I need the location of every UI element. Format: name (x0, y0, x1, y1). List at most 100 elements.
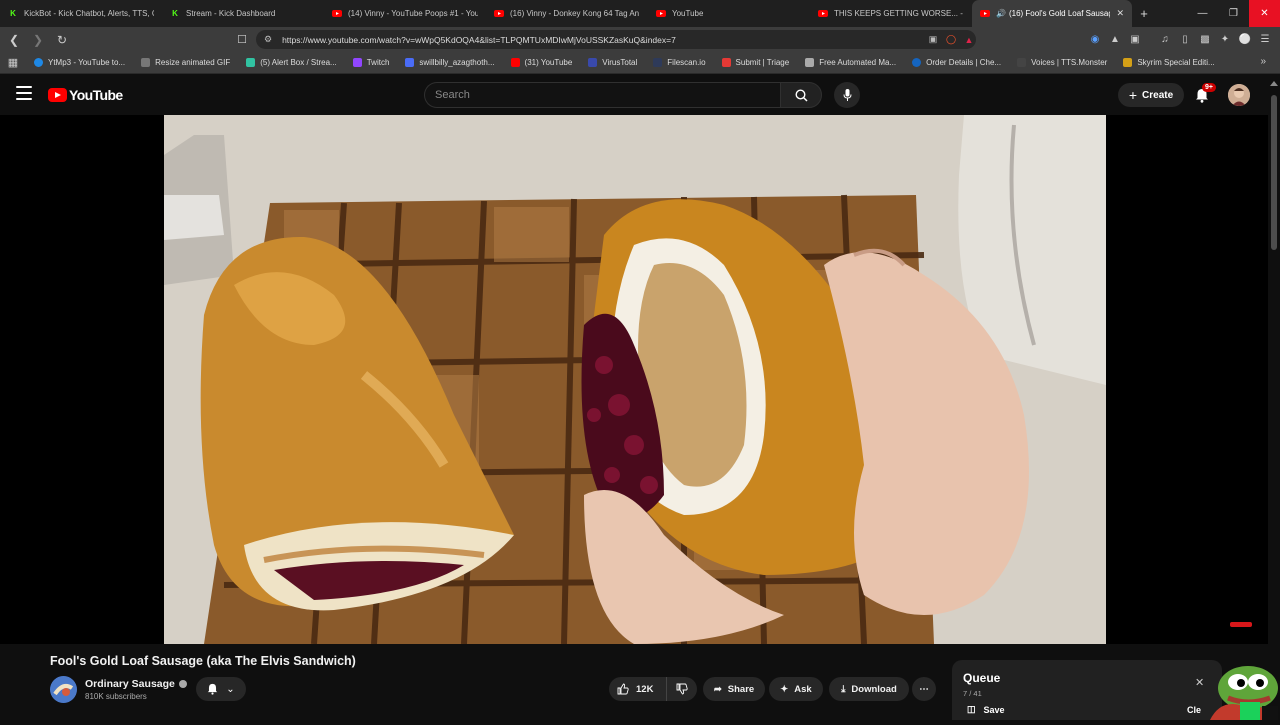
voice-search-button[interactable] (834, 82, 860, 108)
speaker-icon[interactable]: 🔊 (996, 9, 1006, 18)
bookmarks-bar: ▦ YtMp3 - YouTube to... Resize animated … (0, 52, 1280, 74)
rewards-triangle-icon[interactable]: ▲ (962, 33, 976, 47)
channel-name[interactable]: Ordinary Sausage (85, 678, 187, 690)
restore-icon[interactable]: ❐ (1218, 0, 1249, 27)
bookmark-favicon-icon (805, 58, 815, 67)
browser-tab[interactable]: YouTube (648, 0, 810, 27)
queue-title: Queue (963, 671, 1001, 685)
share-button[interactable]: ➦ Share (703, 677, 765, 701)
miniplayer-indicator (1230, 622, 1252, 627)
search-bar (424, 82, 822, 108)
youtube-logo[interactable]: YouTube (48, 87, 123, 103)
window-close-icon[interactable]: ✕ (1249, 0, 1280, 27)
url-text[interactable]: https://www.youtube.com/watch?v=wWpQ5KdO… (282, 35, 922, 45)
bookmark-favicon-icon (246, 58, 256, 67)
share-icon: ➦ (713, 683, 722, 695)
cast-icon[interactable]: ▣ (926, 33, 940, 47)
scroll-up-icon[interactable] (1270, 81, 1278, 86)
video-player[interactable] (0, 115, 1268, 644)
menu-icon[interactable]: ☰ (1258, 31, 1272, 47)
bookmark-favicon-icon (912, 58, 922, 67)
thumbs-down-icon (676, 683, 688, 695)
back-icon[interactable]: ❮ (4, 30, 24, 50)
notifications-button[interactable]: 9+ (1192, 83, 1216, 105)
browser-tab[interactable]: K KickBot - Kick Chatbot, Alerts, TTS, C (0, 0, 162, 27)
address-bar[interactable]: ⚙ https://www.youtube.com/watch?v=wWpQ5K… (256, 30, 976, 49)
bookmark-item[interactable]: (5) Alert Box / Strea... (238, 58, 344, 67)
apps-grid-icon[interactable]: ▦ (0, 56, 26, 69)
new-tab-button[interactable]: + (1132, 0, 1156, 27)
site-settings-icon[interactable]: ⚙ (264, 34, 272, 45)
more-actions-button[interactable]: ⋯ (912, 677, 936, 701)
ask-button[interactable]: ✦ Ask (769, 677, 823, 701)
bookmark-favicon-icon (352, 58, 362, 67)
bookmark-item[interactable]: swillbilly_azagthoth... (397, 58, 502, 67)
forward-icon[interactable]: ❯ (28, 30, 48, 50)
video-title: Fool's Gold Loaf Sausage (aka The Elvis … (50, 654, 356, 668)
search-button[interactable] (780, 82, 822, 108)
bookmark-icon[interactable]: ☐ (234, 29, 250, 49)
bookmark-favicon-icon (588, 58, 598, 67)
browser-tab[interactable]: (14) Vinny - YouTube Poops #1 - You (324, 0, 486, 27)
puzzle-icon[interactable]: ▲ (1108, 31, 1122, 47)
bookmark-favicon-icon (405, 58, 415, 67)
bookmark-item[interactable]: Voices | TTS.Monster (1009, 58, 1115, 67)
wallet-icon[interactable]: ▩ (1198, 31, 1212, 47)
bookmark-item[interactable]: VirusTotal (580, 58, 645, 67)
bell-filled-icon (208, 683, 218, 695)
browser-tab-active[interactable]: 🔊 (16) Fool's Gold Loaf Sausag ✕ (972, 0, 1132, 27)
download-button[interactable]: ⤓ Download (829, 677, 909, 701)
more-bookmarks-icon[interactable]: » (1260, 56, 1266, 67)
close-tab-icon[interactable]: ✕ (1110, 8, 1124, 19)
bookmark-favicon-icon (653, 58, 663, 67)
extension-icon[interactable]: ◉ (1088, 31, 1102, 47)
kick-icon: K (10, 9, 16, 18)
media-icon[interactable]: ♫ (1158, 31, 1172, 47)
bookmark-item[interactable]: Resize animated GIF (133, 58, 238, 67)
queue-save-button[interactable]: ◫ Save (967, 704, 1005, 715)
bookmark-favicon-icon (510, 58, 520, 67)
plus-icon: + (1128, 87, 1138, 103)
browser-tab[interactable]: (16) Vinny - Donkey Kong 64 Tag An (486, 0, 648, 27)
scrollbar-thumb[interactable] (1271, 95, 1277, 250)
vpn-icon[interactable]: ⚪ (1238, 31, 1252, 47)
reload-icon[interactable]: ↻ (52, 30, 72, 50)
bookmark-favicon-icon (1017, 58, 1027, 67)
video-frame[interactable] (164, 115, 1106, 644)
bookmark-item[interactable]: Submit | Triage (714, 58, 798, 67)
youtube-icon (980, 9, 990, 19)
brave-shield-icon[interactable]: ◯ (944, 33, 958, 47)
create-button[interactable]: + Create (1118, 83, 1184, 107)
more-horizontal-icon: ⋯ (919, 683, 929, 695)
verified-icon (178, 680, 187, 688)
guide-menu-icon[interactable] (16, 86, 32, 100)
youtube-play-icon (48, 88, 67, 102)
sidebar-icon[interactable]: ▯ (1178, 31, 1192, 47)
minimize-icon[interactable]: — (1187, 0, 1218, 27)
channel-avatar[interactable] (50, 676, 77, 703)
thumbs-up-icon (617, 683, 629, 695)
browser-tab[interactable]: K Stream - Kick Dashboard (162, 0, 324, 27)
bookmark-item[interactable]: Order Details | Che... (904, 58, 1009, 67)
like-button[interactable]: 12K (609, 677, 667, 701)
subscription-bell-button[interactable]: ⌄ (196, 677, 246, 701)
bookmark-item[interactable]: Skyrim Special Editi... (1115, 58, 1222, 67)
browser-tab[interactable]: THIS KEEPS GETTING WORSE... - You (810, 0, 972, 27)
leo-icon[interactable]: ✦ (1218, 31, 1232, 47)
bookmark-item[interactable]: Twitch (345, 58, 398, 67)
browser-tab-strip: K KickBot - Kick Chatbot, Alerts, TTS, C… (0, 0, 1280, 27)
search-input[interactable] (424, 82, 780, 108)
like-dislike-group: 12K (609, 677, 697, 701)
bookmark-favicon-icon (1123, 58, 1133, 67)
youtube-icon (494, 9, 504, 19)
queue-clear-button[interactable]: Cle (1187, 705, 1201, 715)
account-avatar[interactable] (1228, 84, 1250, 106)
dislike-button[interactable] (667, 683, 697, 695)
queue-panel: Queue 7 / 41 ✕ ◫ Save Cle (952, 660, 1222, 720)
page-scrollbar[interactable] (1268, 75, 1280, 720)
bookmark-item[interactable]: Free Automated Ma... (797, 58, 904, 67)
bookmark-item[interactable]: (31) YouTube (503, 58, 581, 67)
bookmark-item[interactable]: Filescan.io (645, 58, 713, 67)
tab-search-icon[interactable]: ▣ (1128, 31, 1142, 47)
bookmark-item[interactable]: YtMp3 - YouTube to... (26, 58, 133, 67)
